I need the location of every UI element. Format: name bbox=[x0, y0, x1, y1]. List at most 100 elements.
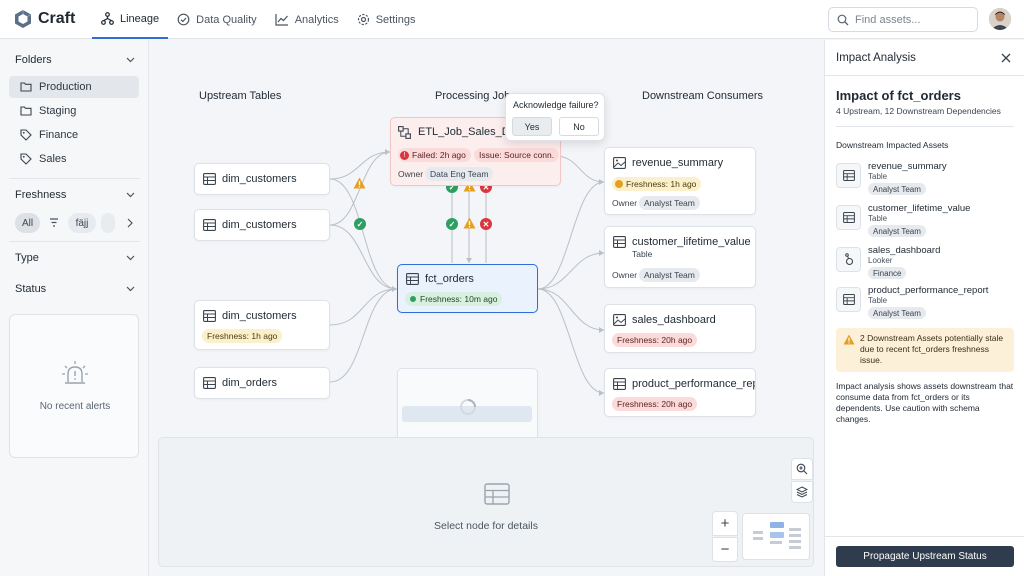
table-icon bbox=[203, 219, 216, 231]
success-check-icon[interactable]: ✓ bbox=[354, 218, 366, 230]
panel-title: Impact of fct_orders bbox=[836, 88, 961, 103]
node-name: dim_customers bbox=[222, 310, 297, 322]
impacted-asset[interactable]: customer_lifetime_value Table Analyst Te… bbox=[836, 203, 1016, 239]
freshness-text: Freshness: 10m ago bbox=[420, 294, 498, 304]
popup-title: Acknowledge failure? bbox=[513, 100, 599, 110]
node-name: sales_dashboard bbox=[632, 314, 716, 326]
node-name: dim_orders bbox=[222, 377, 278, 389]
no-label: No bbox=[573, 121, 585, 132]
yes-label: Yes bbox=[524, 121, 540, 132]
team-badge: Analyst Team bbox=[868, 183, 926, 195]
asset-type: Looker bbox=[868, 256, 893, 265]
owner-badge: Analyst Team bbox=[639, 268, 700, 282]
node-name: dim_customers bbox=[222, 173, 297, 185]
asset-type: Table bbox=[868, 214, 888, 223]
stale-warning: 2 Downstream Assets potentially stale du… bbox=[836, 328, 1014, 372]
panel-header: Impact Analysis bbox=[836, 52, 916, 64]
owner-badge: Analyst Team bbox=[639, 196, 700, 210]
owner-label: Owner bbox=[612, 270, 638, 280]
upstream-node[interactable]: dim_customers bbox=[194, 163, 330, 195]
freshness-text: Freshness: 1h ago bbox=[626, 179, 697, 189]
section-title: Downstream Impacted Assets bbox=[836, 140, 949, 150]
loading-node bbox=[397, 368, 538, 441]
asset-name: sales_dashboard bbox=[868, 245, 941, 256]
issue-badge: Issue: Source conn. bbox=[474, 148, 560, 162]
propagate-upstream-button[interactable]: Propagate Upstream Status bbox=[836, 546, 1014, 567]
table-icon bbox=[836, 287, 861, 312]
zoom-out-button[interactable]: − bbox=[712, 537, 738, 562]
selected-node-fct-orders[interactable]: fct_orders Freshness: 10m ago bbox=[397, 264, 538, 313]
table-icon bbox=[406, 273, 419, 285]
team-badge: Finance bbox=[868, 267, 907, 279]
table-icon bbox=[613, 378, 626, 390]
owner-label: Owner bbox=[612, 198, 638, 208]
divider bbox=[825, 536, 1024, 537]
table-icon bbox=[203, 377, 216, 389]
table-icon bbox=[836, 163, 861, 188]
impacted-asset[interactable]: product_performance_report Table Analyst… bbox=[836, 285, 1016, 321]
asset-name: customer_lifetime_value bbox=[868, 203, 971, 214]
upstream-node[interactable]: dim_customers bbox=[194, 209, 330, 241]
success-check-icon[interactable]: ✓ bbox=[446, 218, 458, 230]
node-name: revenue_summary bbox=[632, 157, 724, 169]
upstream-node[interactable]: dim_customers Freshness: 1h ago bbox=[194, 300, 330, 350]
freshness-badge: Freshness: 20h ago bbox=[612, 333, 698, 347]
status-dot bbox=[410, 296, 416, 302]
error-icon: ! bbox=[400, 150, 409, 160]
impacted-asset[interactable]: sales_dashboard Looker Finance bbox=[836, 245, 1016, 281]
node-name: customer_lifetime_value bbox=[632, 236, 751, 248]
node-name: product_performance_report bbox=[632, 378, 755, 390]
team-badge: Analyst Team bbox=[868, 307, 926, 319]
propagate-label: Propagate Upstream Status bbox=[863, 551, 987, 562]
asset-name: revenue_summary bbox=[868, 161, 947, 172]
freshness-badge: Freshness: 10m ago bbox=[405, 292, 503, 306]
close-icon[interactable] bbox=[1001, 53, 1011, 66]
error-x-icon[interactable]: ✕ bbox=[480, 218, 492, 230]
layers-button[interactable] bbox=[791, 481, 813, 503]
downstream-node[interactable]: revenue_summary Freshness: 1h ago Owner … bbox=[604, 147, 756, 215]
panel-subtitle: 4 Upstream, 12 Downstream Dependencies bbox=[836, 106, 1001, 116]
failed-text: Failed: 2h ago bbox=[412, 150, 466, 160]
zoom-search-icon bbox=[796, 463, 808, 475]
impacted-asset[interactable]: revenue_summary Table Analyst Team bbox=[836, 161, 1016, 197]
layers-icon bbox=[796, 486, 808, 498]
node-name: dim_customers bbox=[222, 219, 297, 231]
impact-analysis-panel: Impact Analysis Impact of fct_orders 4 U… bbox=[824, 40, 1024, 576]
failed-badge: ! Failed: 2h ago bbox=[398, 148, 471, 162]
downstream-node[interactable]: product_performance_report Freshness: 20… bbox=[604, 368, 756, 417]
asset-name: product_performance_report bbox=[868, 285, 989, 296]
table-icon bbox=[203, 310, 216, 322]
no-button[interactable]: No bbox=[559, 117, 599, 136]
asset-type: Table bbox=[868, 172, 888, 181]
zoom-fit-button[interactable] bbox=[791, 458, 813, 480]
yes-button[interactable]: Yes bbox=[512, 117, 552, 136]
minimap[interactable] bbox=[742, 513, 810, 560]
upstream-node[interactable]: dim_orders bbox=[194, 367, 330, 399]
freshness-badge: Freshness: 1h ago bbox=[202, 329, 283, 343]
freshness-badge: Freshness: 1h ago bbox=[612, 177, 702, 191]
impact-note: Impact analysis shows assets downstream … bbox=[836, 381, 1014, 424]
plus-icon: + bbox=[720, 515, 730, 532]
owner-badge: Data Eng Team bbox=[425, 167, 494, 181]
team-badge: Analyst Team bbox=[868, 225, 926, 237]
acknowledge-popup: Acknowledge failure? Yes No bbox=[505, 93, 605, 141]
divider bbox=[836, 126, 1014, 127]
divider bbox=[825, 75, 1024, 76]
zoom-in-button[interactable]: + bbox=[712, 511, 738, 536]
table-icon bbox=[484, 483, 510, 505]
freshness-badge: Freshness: 20h ago bbox=[612, 397, 698, 411]
asset-type: Table bbox=[868, 296, 888, 305]
warning-text: 2 Downstream Assets potentially stale du… bbox=[860, 333, 1004, 365]
owner-label: Owner bbox=[398, 169, 424, 179]
spinner-icon bbox=[460, 399, 476, 415]
warning-icon[interactable] bbox=[463, 217, 476, 229]
table-icon bbox=[836, 205, 861, 230]
warning-icon[interactable] bbox=[353, 177, 366, 189]
table-icon bbox=[203, 173, 216, 185]
downstream-node[interactable]: customer_lifetime_value Table Owner Anal… bbox=[604, 226, 756, 288]
minus-icon: − bbox=[720, 541, 730, 558]
image-icon bbox=[613, 157, 626, 169]
node-type: Table bbox=[632, 249, 653, 259]
downstream-node[interactable]: sales_dashboard Freshness: 20h ago bbox=[604, 304, 756, 353]
looker-icon bbox=[836, 247, 861, 272]
